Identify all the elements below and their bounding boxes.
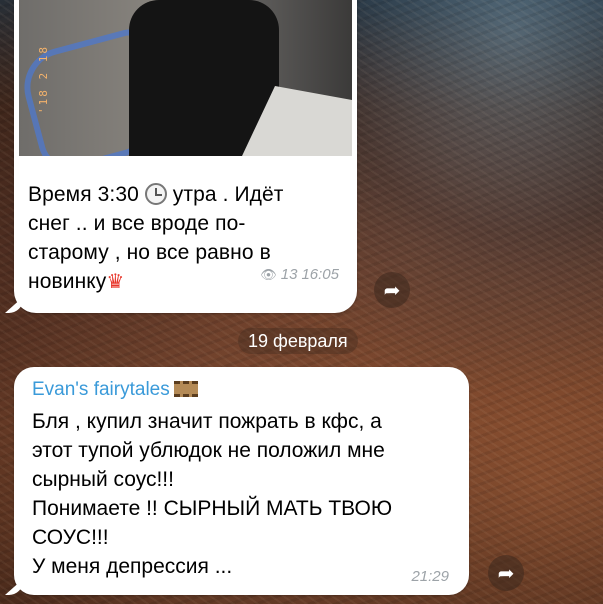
post-meta: 👁 13 16:05	[260, 266, 339, 283]
message-author[interactable]: Evan's fairytales	[32, 379, 198, 401]
share-button-message[interactable]: ➦	[488, 555, 524, 591]
message-line: этот тупой ублюдок не положил мне	[32, 439, 385, 462]
caption-text-3: старому , но все равно в	[28, 241, 271, 264]
film-icon	[173, 381, 198, 397]
message-line: Понимаете !! СЫРНЫЙ МАТЬ ТВОЮ	[32, 497, 393, 520]
post-time: 16:05	[301, 266, 339, 283]
author-name: Evan's fairytales	[32, 379, 170, 400]
message-line: Бля , купил значит пожрать в кфс, а	[32, 410, 382, 433]
clock-icon	[144, 183, 167, 205]
post-photo[interactable]: '18 2 18	[19, 0, 352, 156]
message-line: У меня депрессия ...	[32, 555, 233, 578]
caption-text-4: новинку	[28, 270, 107, 293]
message-bubble[interactable]: Evan's fairytales Бля , купил значит пож…	[14, 367, 469, 595]
crown-icon: ♛	[106, 271, 125, 293]
caption-text-2: снег .. и все вроде по-	[28, 212, 246, 235]
message-text: Бля , купил значит пожрать в кфс, а этот…	[32, 407, 462, 581]
share-icon: ➦	[497, 562, 515, 585]
post-bubble[interactable]: '18 2 18 Время 3:30 утра . Идёт снег .. …	[14, 0, 357, 313]
caption-text-1b: утра . Идёт	[172, 183, 284, 206]
eye-icon: 👁	[260, 266, 277, 282]
post-views: 13	[280, 266, 298, 283]
photo-datestamp: '18 2 18	[37, 45, 50, 114]
message-time: 21:29	[411, 568, 449, 585]
message-line: СОУС!!!	[32, 526, 109, 549]
caption-text-1a: Время 3:30	[28, 183, 139, 206]
message-line: сырный соус!!!	[32, 468, 174, 491]
share-icon: ➦	[383, 279, 401, 302]
share-button-post[interactable]: ➦	[374, 272, 410, 308]
date-separator: 19 февраля	[238, 328, 358, 354]
